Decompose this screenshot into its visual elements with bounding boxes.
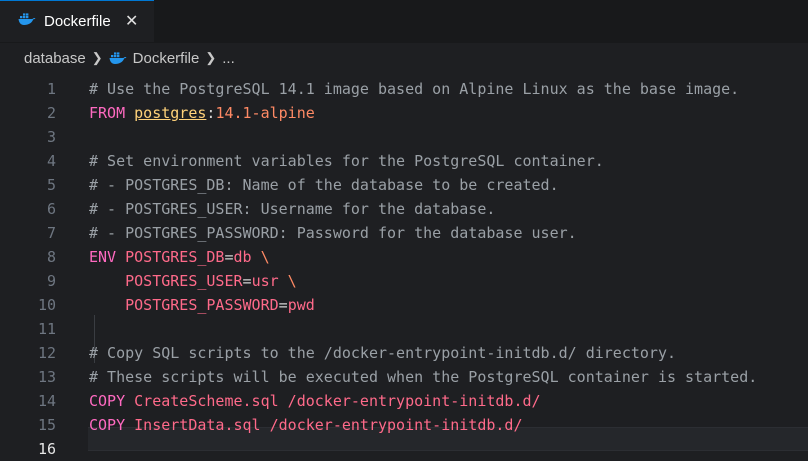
line-number: 11 xyxy=(37,320,56,338)
code-token: ENV xyxy=(89,248,126,266)
breadcrumb-folder[interactable]: database xyxy=(24,50,86,67)
code-token: # These scripts will be executed when th… xyxy=(89,368,758,386)
code-token: COPY xyxy=(89,392,135,410)
line-number: 2 xyxy=(46,104,56,122)
code-token: # Use the PostgreSQL 14.1 image based on… xyxy=(89,80,740,98)
code-text: # Use the PostgreSQL 14.1 image based on… xyxy=(89,80,739,98)
line-number: 14 xyxy=(37,392,56,410)
chevron-right-icon: ❯ xyxy=(205,50,217,65)
code-line[interactable]: 15 COPY InsertData.sql /docker-entrypoint… xyxy=(0,413,808,437)
code-text: # - POSTGRES_PASSWORD: Password for the … xyxy=(89,224,577,242)
line-number: 7 xyxy=(46,224,56,242)
line-number: 10 xyxy=(37,296,56,314)
line-number: 9 xyxy=(46,272,56,290)
code-text: # Copy SQL scripts to the /docker-entryp… xyxy=(89,344,676,362)
code-text: POSTGRES_USER=usr \ xyxy=(89,272,297,290)
code-text: # - POSTGRES_DB: Name of the database to… xyxy=(89,176,559,194)
code-token: # - POSTGRES_PASSWORD: Password for the … xyxy=(89,224,577,242)
line-number: 3 xyxy=(46,128,56,146)
breadcrumb: database ❯ Dockerfile ❯ ... xyxy=(0,43,808,73)
line-number: 16 xyxy=(37,440,56,458)
code-text: COPY CreateScheme.sql /docker-entrypoint… xyxy=(89,392,541,410)
code-text: POSTGRES_PASSWORD=pwd xyxy=(89,296,315,314)
code-token: # Copy SQL scripts to the /docker-entryp… xyxy=(89,344,676,362)
code-token: postgres xyxy=(134,104,207,122)
code-line[interactable]: 6 # - POSTGRES_USER: Username for the dat… xyxy=(0,197,808,221)
code-token: pwd xyxy=(287,296,315,314)
breadcrumb-more[interactable]: ... xyxy=(222,50,235,67)
tab-label: Dockerfile xyxy=(44,12,111,30)
docker-icon xyxy=(18,12,36,31)
docker-icon xyxy=(109,51,127,65)
code-line[interactable]: 9 POSTGRES_USER=usr \ xyxy=(0,269,808,293)
code-token: \ xyxy=(278,272,297,290)
breadcrumb-file[interactable]: Dockerfile xyxy=(133,50,200,67)
code-token: = xyxy=(224,248,234,266)
code-token: \ xyxy=(251,248,270,266)
code-token: FROM xyxy=(89,104,135,122)
tab-dockerfile[interactable]: Dockerfile ✕ xyxy=(0,0,154,42)
code-token: POSTGRES_PASSWORD xyxy=(89,296,279,314)
line-number: 4 xyxy=(46,152,56,170)
code-text: ENV POSTGRES_DB=db \ xyxy=(89,248,270,266)
chevron-right-icon: ❯ xyxy=(91,50,103,65)
code-line[interactable]: 2 FROM postgres:14.1-alpine xyxy=(0,101,808,125)
code-token: # - POSTGRES_USER: Username for the data… xyxy=(89,200,496,218)
code-text: FROM postgres:14.1-alpine xyxy=(89,104,315,122)
code-editor[interactable]: 1 # Use the PostgreSQL 14.1 image based o… xyxy=(0,73,808,458)
code-token: = xyxy=(242,272,252,290)
code-token: POSTGRES_DB xyxy=(125,248,225,266)
code-line[interactable]: 14 COPY CreateScheme.sql /docker-entrypoi… xyxy=(0,389,808,413)
line-number: 13 xyxy=(37,368,56,386)
code-line[interactable]: 11 xyxy=(0,317,808,341)
line-number: 1 xyxy=(46,80,56,98)
line-number: 6 xyxy=(46,200,56,218)
code-line[interactable]: 7 # - POSTGRES_PASSWORD: Password for the… xyxy=(0,221,808,245)
code-text: # - POSTGRES_USER: Username for the data… xyxy=(89,200,495,218)
code-line[interactable]: 1 # Use the PostgreSQL 14.1 image based o… xyxy=(0,77,808,101)
close-icon[interactable]: ✕ xyxy=(123,12,141,30)
code-line[interactable]: 10 POSTGRES_PASSWORD=pwd xyxy=(0,293,808,317)
code-token: CreateScheme.sql /docker-entrypoint-init… xyxy=(134,392,541,410)
code-token: = xyxy=(278,296,288,314)
code-line[interactable]: 5 # - POSTGRES_DB: Name of the database t… xyxy=(0,173,808,197)
code-line[interactable]: 8 ENV POSTGRES_DB=db \ xyxy=(0,245,808,269)
code-token: db xyxy=(233,248,252,266)
code-line[interactable]: 13 # These scripts will be executed when … xyxy=(0,365,808,389)
code-line[interactable]: 4 # Set environment variables for the Pos… xyxy=(0,149,808,173)
active-tab-indicator xyxy=(0,0,154,1)
code-token: POSTGRES_USER xyxy=(89,272,243,290)
code-text: # Set environment variables for the Post… xyxy=(89,152,604,170)
code-token: InsertData.sql /docker-entrypoint-initdb… xyxy=(134,416,523,434)
code-token: usr xyxy=(251,272,279,290)
code-token: COPY xyxy=(89,416,135,434)
code-line[interactable]: 3 xyxy=(0,125,808,149)
code-token: # - POSTGRES_DB: Name of the database to… xyxy=(89,176,559,194)
line-number: 5 xyxy=(46,176,56,194)
tab-bar: Dockerfile ✕ xyxy=(0,0,808,43)
code-text: # These scripts will be executed when th… xyxy=(89,368,757,386)
code-line[interactable]: 12 # Copy SQL scripts to the /docker-entr… xyxy=(0,341,808,365)
code-token: 14.1-alpine xyxy=(215,104,315,122)
line-number: 8 xyxy=(46,248,56,266)
line-number: 15 xyxy=(37,416,56,434)
code-line[interactable]: 16 xyxy=(0,437,808,461)
code-token: # Set environment variables for the Post… xyxy=(89,152,604,170)
line-number: 12 xyxy=(37,344,56,362)
code-text: COPY InsertData.sql /docker-entrypoint-i… xyxy=(89,416,522,434)
